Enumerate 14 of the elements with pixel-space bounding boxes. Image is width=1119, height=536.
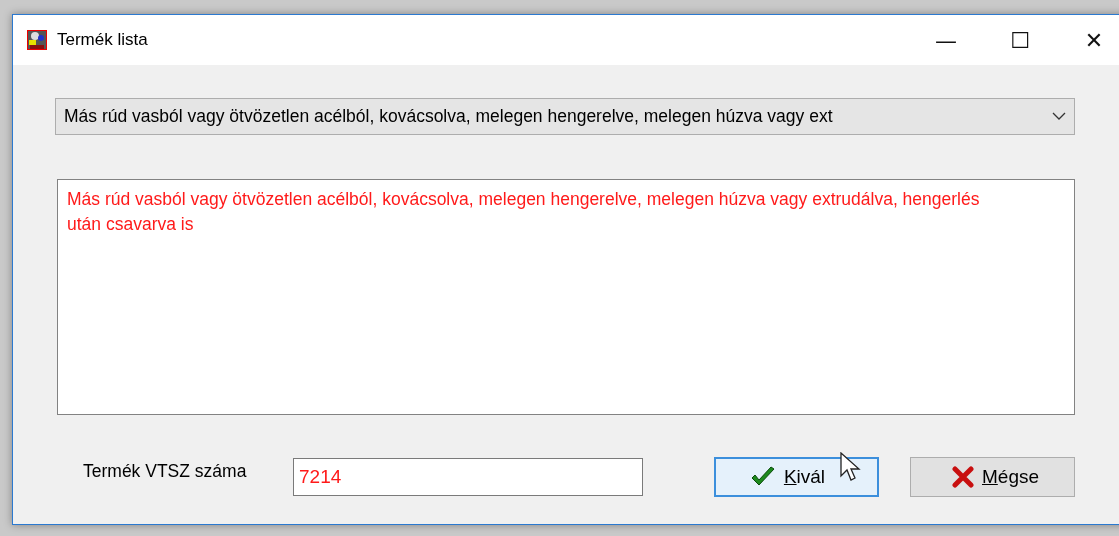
minimize-button[interactable]: — xyxy=(909,15,983,65)
vtsz-input[interactable]: 7214 xyxy=(293,458,643,496)
app-icon xyxy=(27,30,47,50)
close-button[interactable]: ✕ xyxy=(1057,15,1119,65)
cross-icon xyxy=(952,466,974,488)
cursor-icon xyxy=(840,452,862,482)
chevron-down-icon xyxy=(1052,112,1066,121)
product-dropdown[interactable]: Más rúd vasból vagy ötvözetlen acélból, kovácsolva, melegen hengerelve, melegen húzva vagy ext xyxy=(55,98,1075,135)
vtsz-label: Termék VTSZ száma xyxy=(83,460,248,482)
description-box[interactable]: Más rúd vasból vagy ötvözetlen acélból, kovácsolva, melegen hengerelve, melegen húzva vagy extrudálva, hengerlés után csavarva is xyxy=(57,179,1075,415)
window-title: Termék lista xyxy=(57,30,149,50)
maximize-button[interactable]: ☐ xyxy=(983,15,1057,65)
checkmark-icon xyxy=(749,466,776,488)
cancel-button[interactable]: Mégse xyxy=(910,457,1075,497)
